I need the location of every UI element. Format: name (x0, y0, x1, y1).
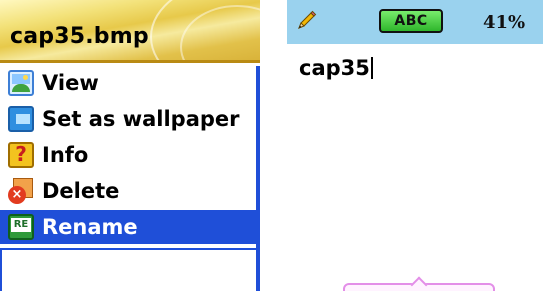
wallpaper-icon (8, 106, 34, 132)
menu-item-info[interactable]: ? Info (0, 138, 256, 172)
title-divider (0, 60, 260, 63)
menu-item-label: Set as wallpaper (42, 107, 240, 131)
menu-item-label: View (42, 71, 99, 95)
menu-item-delete[interactable]: × Delete (0, 174, 256, 208)
softkey-popup (343, 276, 495, 291)
file-options-screen: cap35.bmp View Set as wallpaper ? Info × (0, 0, 260, 291)
pencil-icon (298, 10, 317, 29)
scrollbar[interactable] (256, 66, 260, 291)
rename-edit-screen: ABC 41% cap35 (287, 0, 543, 291)
menu-item-label: Rename (42, 215, 138, 239)
text-caret (370, 57, 373, 79)
menu-item-rename[interactable]: RE Rename (0, 210, 256, 244)
title-bar: cap35.bmp (0, 0, 260, 94)
menu-item-label: Info (42, 143, 89, 167)
filename-value: cap35 (299, 56, 370, 80)
rename-icon: RE (8, 214, 34, 240)
info-question-icon: ? (8, 142, 34, 168)
menu-item-view[interactable]: View (0, 66, 256, 100)
menu-item-label: Delete (42, 179, 120, 203)
battery-level: 41% (483, 12, 526, 33)
delete-icon: × (8, 178, 34, 204)
list-border (0, 248, 256, 250)
input-mode-badge: ABC (379, 9, 443, 33)
list-border-left (0, 248, 2, 291)
status-bar: ABC 41% (287, 0, 543, 44)
menu-item-set-as-wallpaper[interactable]: Set as wallpaper (0, 102, 256, 136)
image-view-icon (8, 70, 34, 96)
screen-title: cap35.bmp (10, 24, 149, 49)
filename-input[interactable]: cap35 (299, 56, 373, 80)
